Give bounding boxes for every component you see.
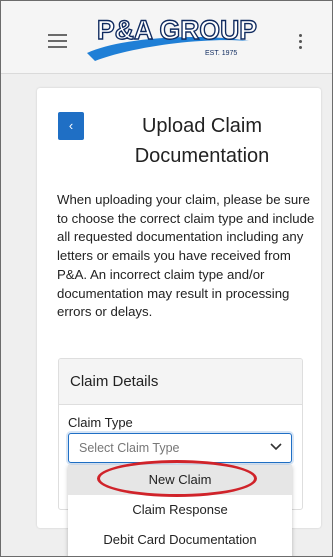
claim-type-label: Claim Type (68, 415, 133, 430)
claim-details-heading: Claim Details (59, 359, 302, 405)
claim-type-select[interactable]: Select Claim Type (68, 433, 292, 463)
back-button[interactable]: ‹ (58, 112, 84, 140)
claim-type-placeholder: Select Claim Type (79, 441, 180, 455)
claim-type-dropdown: New Claim Claim Response Debit Card Docu… (68, 465, 292, 556)
chevron-down-icon (270, 443, 282, 451)
instructions-text: When uploading your claim, please be sur… (57, 192, 315, 320)
svg-text:P&A GROUP: P&A GROUP (97, 15, 257, 45)
option-claim-response[interactable]: Claim Response (68, 495, 292, 525)
svg-text:EST. 1975: EST. 1975 (205, 50, 237, 57)
menu-icon[interactable] (48, 34, 67, 48)
page-title: Upload Claim Documentation (97, 111, 307, 171)
upload-claim-card: ‹ Upload Claim Documentation When upload… (37, 88, 321, 528)
option-debit-card-documentation[interactable]: Debit Card Documentation (68, 525, 292, 555)
app-header: P&A GROUP EST. 1975 (1, 1, 332, 74)
phone-screen: P&A GROUP EST. 1975 ‹ Upload Claim Docum… (0, 0, 333, 557)
page-title-line1: Upload Claim (141, 115, 263, 137)
option-new-claim[interactable]: New Claim (68, 465, 292, 495)
pa-group-logo[interactable]: P&A GROUP EST. 1975 (81, 7, 271, 67)
more-options-icon[interactable] (299, 34, 303, 50)
page-title-line2: Documentation (134, 145, 270, 167)
